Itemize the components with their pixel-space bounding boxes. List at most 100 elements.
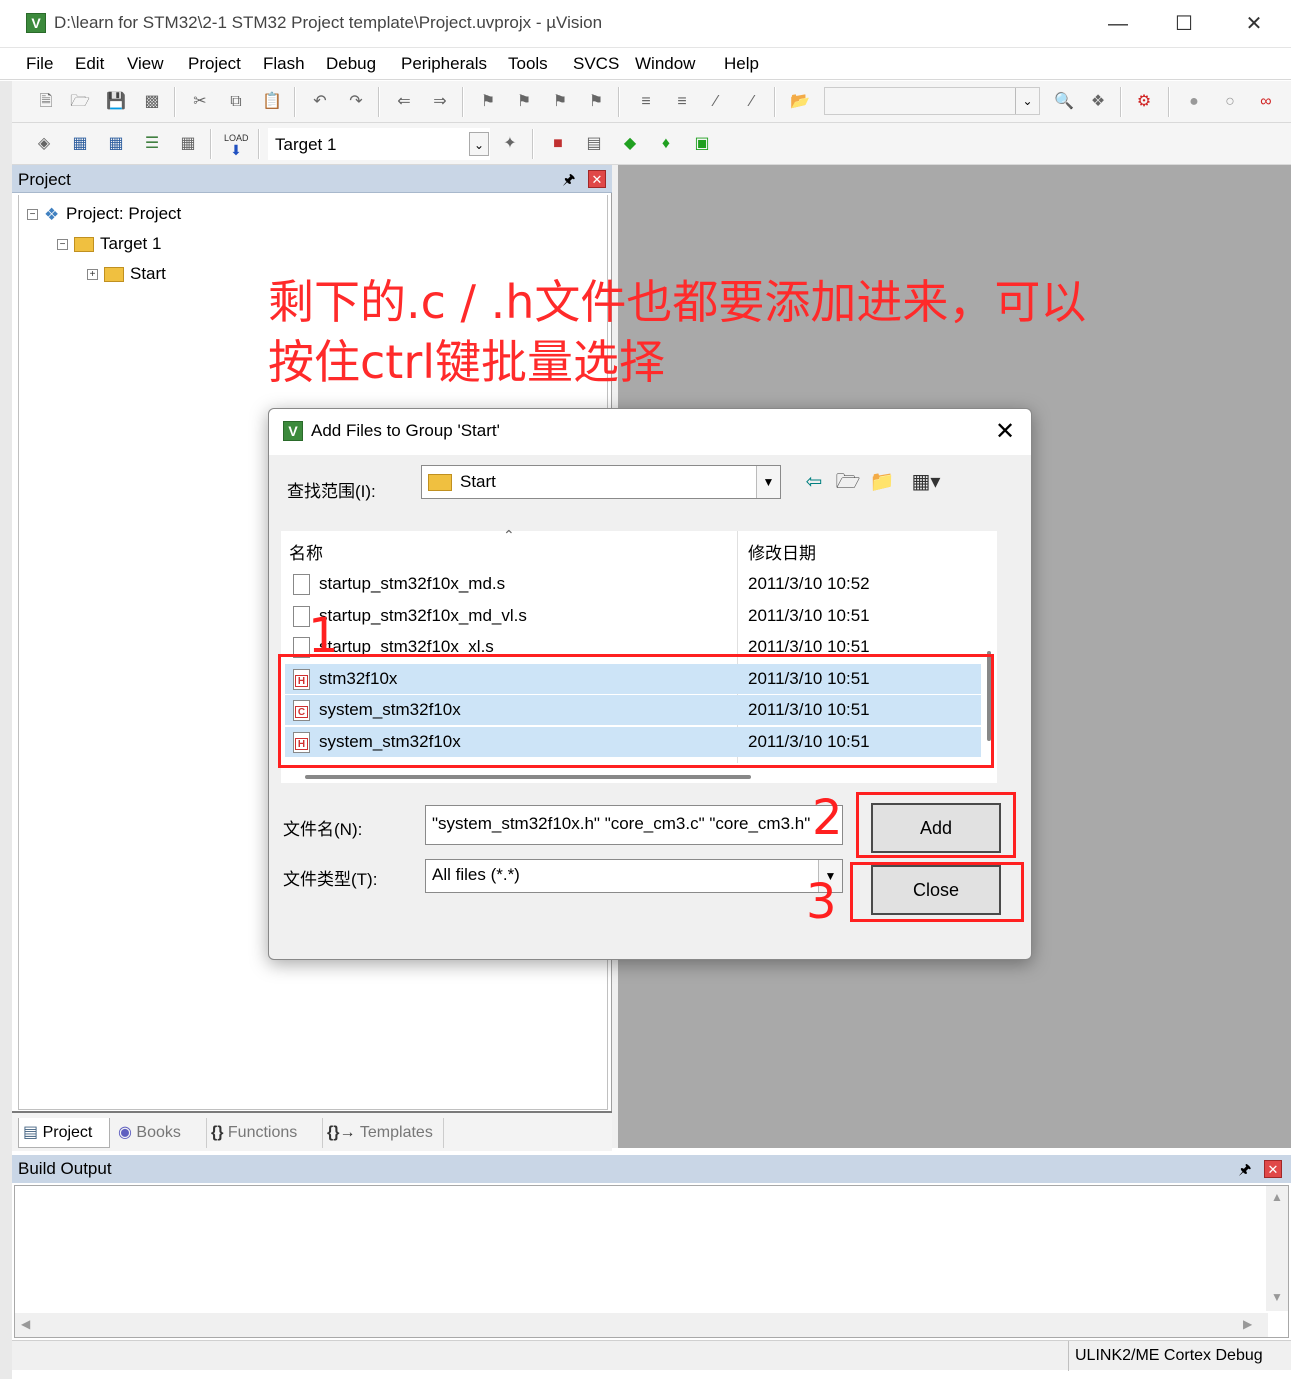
tab-books[interactable]: ◉ Books [114,1118,202,1148]
breakpoint-icon[interactable]: ● [1182,90,1206,114]
menu-view[interactable]: View [127,54,164,74]
load-download-icon[interactable]: LOAD ⬇ [224,132,249,157]
file-row[interactable]: startup_stm32f10x_md_vl.s 2011/3/10 10:51 [285,601,981,631]
target-options-icon[interactable]: ✦ [498,132,522,156]
view-menu-icon[interactable]: ▦▾ [905,469,947,495]
menu-flash[interactable]: Flash [263,54,305,74]
collapse-icon[interactable]: − [27,209,38,221]
paste-icon[interactable]: 📋 [260,90,284,114]
find-icon[interactable]: 🔍 [1052,90,1076,114]
minimize-icon[interactable]: — [1088,6,1148,42]
save-all-icon[interactable]: ▩ [140,90,164,114]
close-icon[interactable]: ✕ [588,170,606,188]
filetype-label: 文件类型(T): [283,870,378,889]
tree-item-project-root[interactable]: − ❖ Project: Project [27,201,181,227]
horizontal-scrollbar[interactable] [305,775,751,779]
filetype-select[interactable]: All files (*.*) ▼ [425,859,843,893]
new-file-icon[interactable]: 🗎 [34,90,58,114]
pin-icon[interactable]: 🖈 [560,170,578,188]
manage-project-items-icon[interactable]: ■ [546,132,570,156]
vertical-scrollbar[interactable]: ▲ ▼ [1266,1186,1288,1311]
comment-icon[interactable]: ⁄ [704,90,728,114]
menu-edit[interactable]: Edit [75,54,104,74]
find-combo[interactable]: ⌄ [824,87,1040,115]
build-output-text[interactable]: ▲ ▼ ◀ ▶ [14,1185,1289,1338]
menu-help[interactable]: Help [724,54,759,74]
disable-breakpoint-icon[interactable]: ○ [1218,90,1242,114]
scroll-down-icon[interactable]: ▼ [1271,1290,1283,1304]
file-row[interactable]: startup_stm32f10x_md.s 2011/3/10 10:52 [285,569,981,599]
next-bookmark-icon[interactable]: ⚑ [548,90,572,114]
horizontal-scrollbar[interactable]: ◀ ▶ [15,1313,1268,1337]
prev-bookmark-icon[interactable]: ⚑ [512,90,536,114]
chevron-down-icon[interactable]: ⌄ [469,132,489,156]
menu-debug[interactable]: Debug [326,54,376,74]
menu-bar: File Edit View Project Flash Debug Perip… [0,48,1291,80]
chevron-down-icon[interactable]: ⌄ [1015,88,1039,114]
target-select[interactable]: Target 1 ⌄ [268,128,490,160]
select-packs-icon[interactable]: ◆ [618,132,642,156]
chevron-down-icon[interactable]: ▼ [756,466,780,498]
build-output-title: Build Output [18,1159,112,1178]
back-icon[interactable]: ⇦ [801,469,827,495]
uncomment-icon[interactable]: ⁄ [740,90,764,114]
menu-tools[interactable]: Tools [508,54,548,74]
menu-project[interactable]: Project [188,54,241,74]
scroll-right-icon[interactable]: ▶ [1243,1317,1252,1331]
up-folder-icon[interactable]: 🗁 [835,469,861,495]
bookmark-icon[interactable]: ⚑ [476,90,500,114]
pack-installer-icon[interactable]: ♦ [654,132,678,156]
menu-window[interactable]: Window [635,54,695,74]
annotation-box-add [856,792,1016,858]
tab-label: Books [136,1124,181,1141]
indent-icon[interactable]: ≡ [634,90,658,114]
run-time-environment-icon[interactable]: ▣ [690,132,714,156]
expand-icon[interactable]: + [87,269,98,281]
tab-label: Functions [227,1124,298,1141]
rebuild-icon[interactable]: ▦ [104,132,128,156]
copy-icon[interactable]: ⧉ [224,90,248,114]
tree-item-target[interactable]: − Target 1 [57,231,161,257]
find-in-files-icon[interactable]: 📂 [788,90,812,114]
tree-item-label: Project: Project [66,204,182,223]
scroll-up-icon[interactable]: ▲ [1271,1190,1283,1204]
menu-svcs[interactable]: SVCS [573,54,619,74]
new-folder-icon[interactable]: 📁 [869,469,895,495]
build-icon[interactable]: ▦ [68,132,92,156]
kill-breakpoints-icon[interactable]: ∞ [1254,90,1278,114]
cut-icon[interactable]: ✂ [188,90,212,114]
stop-build-icon[interactable]: ▦ [176,132,200,156]
close-icon[interactable]: ✕ [1264,1160,1282,1178]
tab-templates[interactable]: {}→ Templates [322,1118,444,1148]
open-file-icon[interactable]: 🗁 [68,90,92,114]
save-icon[interactable]: 💾 [104,90,128,114]
batch-build-icon[interactable]: ☰ [140,132,164,156]
clear-bookmarks-icon[interactable]: ⚑ [584,90,608,114]
filename-input[interactable]: "system_stm32f10x.h" "core_cm3.c" "core_… [425,805,843,845]
tab-project[interactable]: ▤ Project [18,1118,110,1148]
undo-icon[interactable]: ↶ [308,90,332,114]
menu-peripherals[interactable]: Peripherals [401,54,487,74]
redo-icon[interactable]: ↷ [344,90,368,114]
close-icon[interactable]: ✕ [1224,6,1284,42]
collapse-icon[interactable]: − [57,239,68,251]
column-date[interactable]: 修改日期 [748,539,816,564]
tree-item-group-start[interactable]: + Start [87,261,166,287]
tab-functions[interactable]: {} Functions [206,1118,318,1148]
incremental-find-icon[interactable]: ❖ [1086,90,1110,114]
navigate-forward-icon[interactable]: ⇒ [428,90,452,114]
column-name[interactable]: 名称 [289,539,323,564]
maximize-icon[interactable]: ☐ [1154,6,1214,42]
debug-session-icon[interactable]: ⚙ [1132,90,1156,114]
pin-icon[interactable]: 🖈 [1236,1160,1254,1178]
manage-multi-project-icon[interactable]: ▤ [582,132,606,156]
navigate-back-icon[interactable]: ⇐ [392,90,416,114]
scroll-left-icon[interactable]: ◀ [21,1317,30,1331]
close-icon[interactable]: ✕ [987,415,1023,449]
look-in-select[interactable]: Start ▼ [421,465,781,499]
translate-icon[interactable]: ◈ [32,132,56,156]
annotation-number-1: 1 [308,608,339,664]
unindent-icon[interactable]: ≡ [670,90,694,114]
menu-file[interactable]: File [26,54,53,74]
project-icon: ❖ [44,204,60,224]
